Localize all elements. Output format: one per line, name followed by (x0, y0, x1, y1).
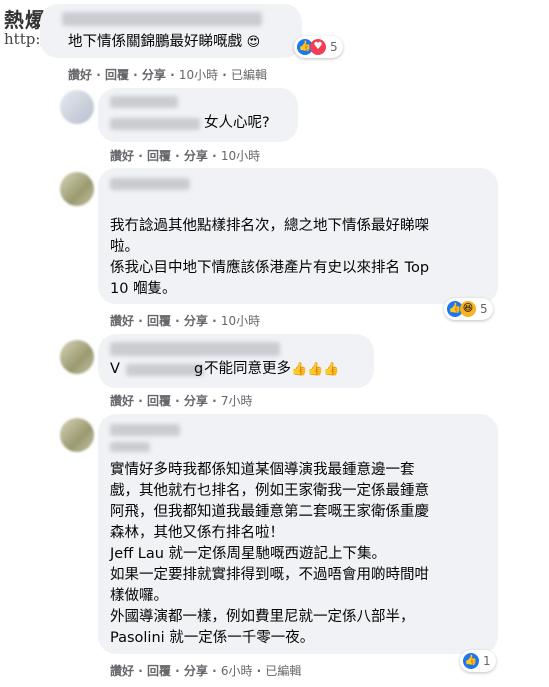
comment-line: 森林，其他又係冇排名啦！ (110, 525, 284, 541)
avatar[interactable] (60, 172, 94, 206)
like-link[interactable]: 讚好 (110, 394, 134, 408)
avatar[interactable] (60, 90, 94, 124)
heart-eyes-emoji-icon: 😍 (246, 35, 261, 50)
comment-text: 地下情係關錦鵬最好睇嘅戲 😍 (68, 34, 261, 50)
reply-link[interactable]: 回覆 (147, 149, 171, 163)
reaction-count: 5 (480, 302, 488, 316)
comment-bubble: 女人心呢? (98, 88, 298, 142)
comment-line: 樣做囉。 (110, 588, 168, 604)
comment-line: 戲，其他就冇乜排名，例如王家衛我一定係最鍾意 (110, 483, 429, 499)
like-link[interactable]: 讚好 (110, 314, 134, 328)
commenter-name (110, 424, 180, 436)
comment-actions: 讚好 · 回覆 · 分享 · 10小時 (110, 149, 261, 163)
reply-link[interactable]: 回覆 (105, 68, 129, 82)
thumbs-up-emoji-icon: 👍👍👍 (291, 362, 340, 377)
share-link[interactable]: 分享 (184, 394, 208, 408)
comment-line: Pasolini 就一定係一千零一夜。 (110, 630, 315, 646)
comment-bubble: 實情好多時我都係知道某個導演我最鍾意邊一套 戲，其他就冇乜排名，例如王家衛我一定… (98, 414, 498, 654)
reaction-count: 5 (330, 40, 338, 54)
share-link[interactable]: 分享 (184, 314, 208, 328)
edited-label: 已編輯 (231, 68, 268, 82)
comment-line: Jeff Lau 就一定係周星馳嘅西遊記上下集。 (110, 546, 387, 562)
comment-text: 女人心呢? (204, 115, 270, 131)
reply-link[interactable]: 回覆 (147, 394, 171, 408)
like-link[interactable]: 讚好 (68, 68, 92, 82)
comment-bubble: 我冇諗過其他點樣排名次，總之地下情係最好睇㗎 啦。 係我心目中地下情應該係港產片… (98, 168, 498, 304)
reaction-summary[interactable]: 👍 ♥ 5 (294, 36, 343, 58)
like-link[interactable]: 讚好 (110, 664, 134, 678)
edited-label: 已編輯 (265, 664, 302, 678)
timestamp[interactable]: 10小時 (221, 314, 260, 328)
comment-line: 係我心目中地下情應該係港產片有史以來排名 Top (110, 260, 430, 276)
comment-bubble: 地下情係關錦鵬最好睇嘅戲 😍 (40, 4, 302, 58)
commenter-name-line2 (110, 118, 200, 130)
share-link[interactable]: 分享 (142, 68, 166, 82)
love-reaction-icon: ♥ (310, 39, 326, 55)
avatar[interactable] (60, 340, 94, 374)
like-link[interactable]: 讚好 (110, 149, 134, 163)
comment-line: 10 嗰隻。 (110, 281, 177, 297)
commenter-name-line2 (110, 442, 150, 452)
reaction-summary[interactable]: 👍 😆 5 (444, 298, 493, 320)
commenter-name (110, 96, 178, 108)
comment-actions: 讚好 · 回覆 · 分享 · 6小時 · 已編輯 (110, 664, 302, 678)
commenter-name (110, 342, 280, 356)
timestamp[interactable]: 7小時 (221, 394, 253, 408)
reply-link[interactable]: 回覆 (147, 314, 171, 328)
timestamp[interactable]: 10小時 (179, 68, 218, 82)
comment-line: 實情好多時我都係知道某個導演我最鍾意邊一套 (110, 462, 415, 478)
share-link[interactable]: 分享 (184, 664, 208, 678)
like-reaction-icon: 👍 (463, 653, 479, 669)
comment-text: 不能同意更多👍👍👍 (204, 359, 340, 380)
comment-actions: 讚好 · 回覆 · 分享 · 10小時 (110, 314, 261, 328)
comment-line: 啦。 (110, 239, 139, 255)
timestamp[interactable]: 6小時 (221, 664, 253, 678)
comment-line: 外國導演都一樣，例如費里尼就一定係八部半， (110, 609, 415, 625)
name-fragment: V (110, 361, 120, 377)
commenter-name-line2 (126, 364, 204, 376)
haha-reaction-icon: 😆 (460, 301, 476, 317)
comment-actions: 讚好 · 回覆 · 分享 · 7小時 (110, 394, 253, 408)
avatar[interactable] (60, 418, 94, 452)
reaction-summary[interactable]: 👍 1 (460, 650, 496, 672)
comment-line: 如果一定要排就實排得到嘅，不過唔會用啲時間咁 (110, 567, 429, 583)
comment-actions: 讚好 · 回覆 · 分享 · 10小時 · 已編輯 (68, 68, 268, 82)
timestamp[interactable]: 10小時 (221, 149, 260, 163)
comment-line: 阿飛，但我都知道我最鍾意第二套嘅王家衛係重慶 (110, 504, 429, 520)
commenter-name (110, 178, 190, 190)
name-fragment: g (194, 361, 204, 377)
commenter-name (62, 12, 262, 26)
reply-link[interactable]: 回覆 (147, 664, 171, 678)
share-link[interactable]: 分享 (184, 149, 208, 163)
comment-bubble: V g 不能同意更多👍👍👍 (98, 334, 374, 388)
reaction-count: 1 (483, 654, 491, 668)
comment-line: 我冇諗過其他點樣排名次，總之地下情係最好睇㗎 (110, 218, 429, 234)
